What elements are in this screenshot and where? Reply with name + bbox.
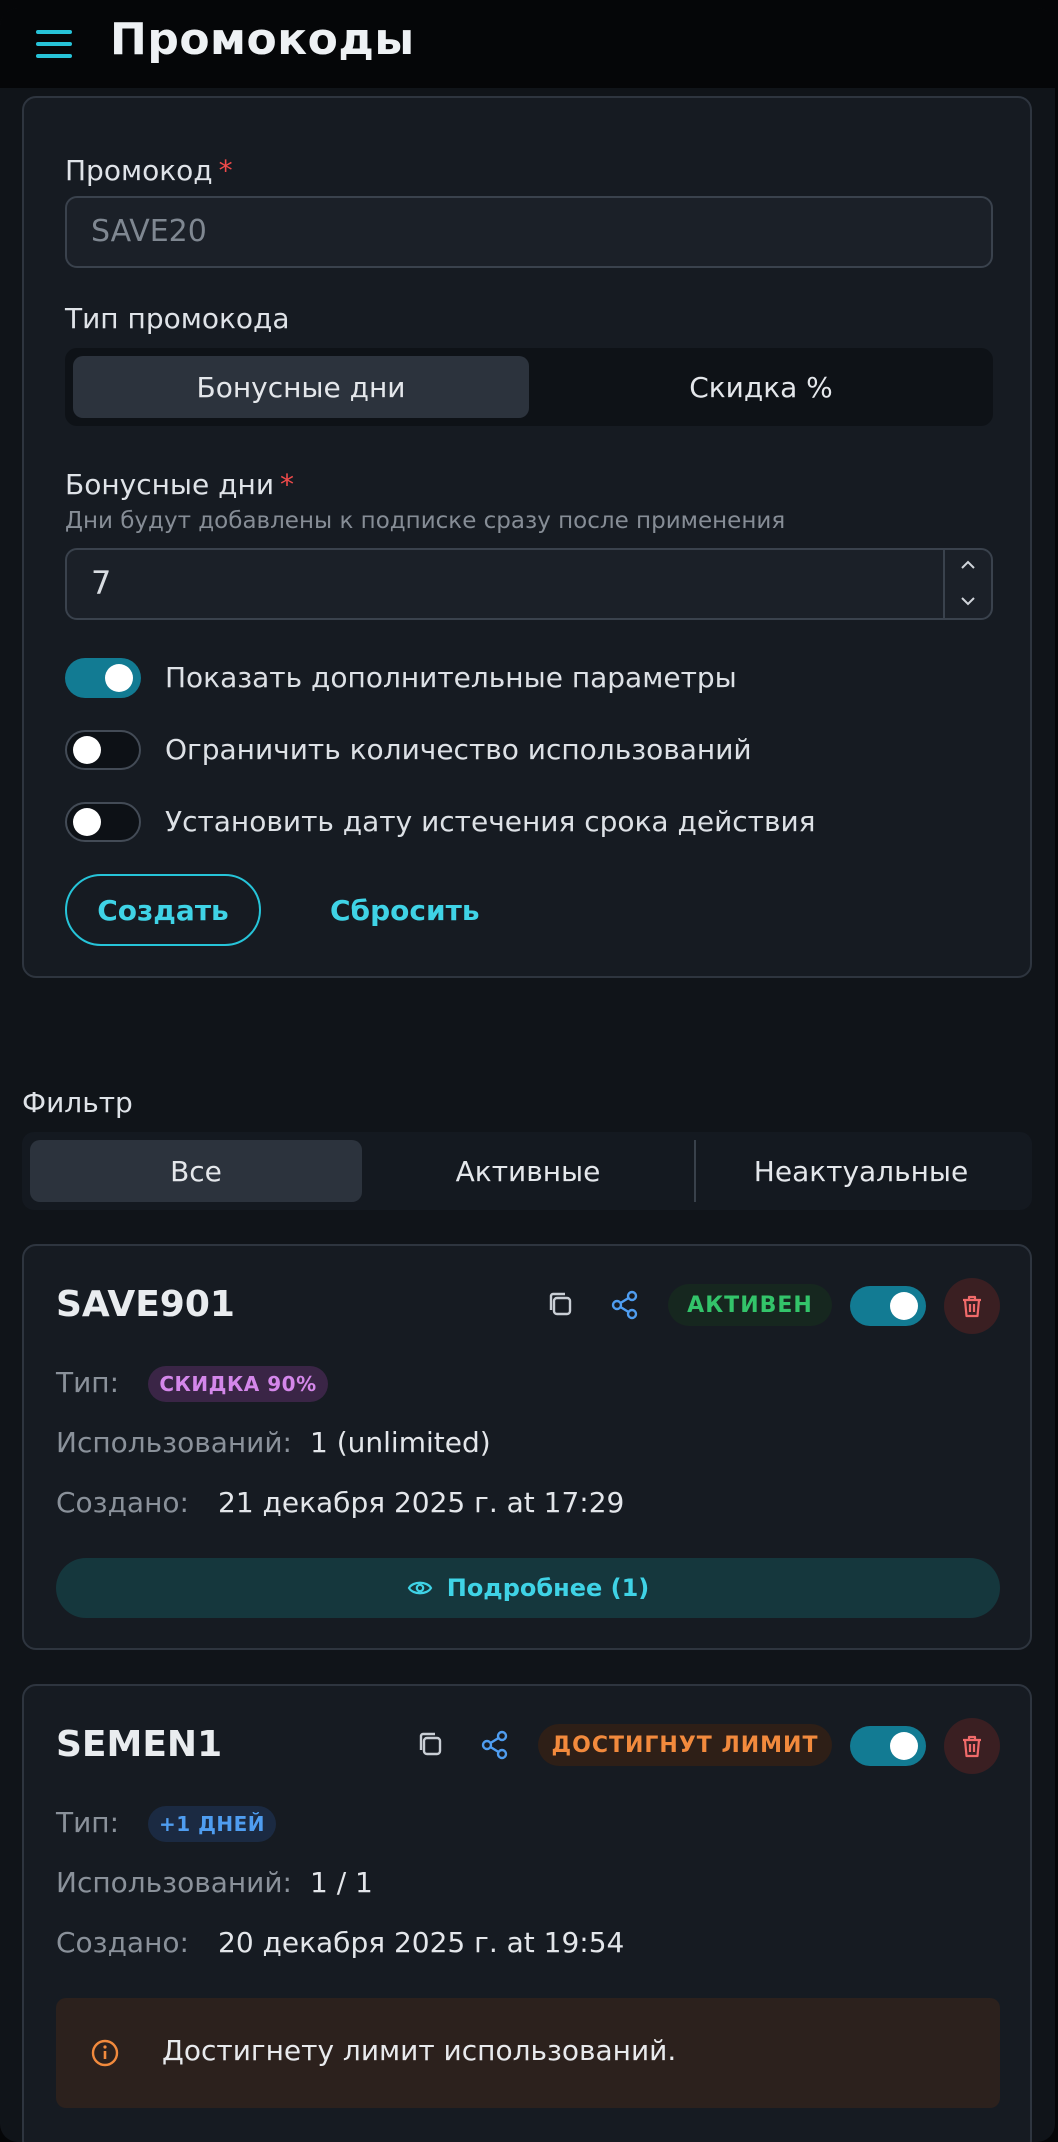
toggle-advanced-params[interactable] <box>65 658 141 698</box>
toggle-advanced-params-label: Показать дополнительные параметры <box>165 661 737 694</box>
filter-all[interactable]: Все <box>30 1140 362 1202</box>
bonus-days-label: Бонусные дни * <box>65 468 295 501</box>
status-badge: ДОСТИГНУТ ЛИМИТ <box>538 1724 832 1766</box>
promo-type-label: Тип промокода <box>65 302 290 335</box>
create-promo-form: Промокод * SAVE20 Тип промокода Бонусные … <box>22 96 1032 978</box>
type-chip: СКИДКА 90% <box>148 1366 328 1402</box>
share-icon[interactable] <box>608 1288 642 1322</box>
bonus-days-hint: Дни будут добавлены к подписке сразу пос… <box>65 508 786 534</box>
promo-card: SEMEN1 ДОСТИГНУТ ЛИМИТ Тип: +1 ДНЕЙ Испо… <box>22 1684 1032 2142</box>
promo-enabled-toggle[interactable] <box>850 1286 926 1326</box>
created-value: 20 декабря 2025 г. at 19:54 <box>218 1926 625 1959</box>
details-button[interactable]: Подробнее (1) <box>56 1558 1000 1618</box>
filter-inactive[interactable]: Неактуальные <box>696 1140 1026 1202</box>
toggle-limit-uses-label: Ограничить количество использований <box>165 733 752 766</box>
copy-icon[interactable] <box>544 1288 578 1322</box>
top-bar: Промокоды <box>0 8 1055 88</box>
number-stepper <box>943 550 991 618</box>
filter-active[interactable]: Активные <box>362 1140 694 1202</box>
eye-icon <box>407 1581 433 1595</box>
reset-button[interactable]: Сбросить <box>330 874 480 946</box>
bonus-days-value: 7 <box>91 564 112 602</box>
promo-code: SEMEN1 <box>56 1724 223 1765</box>
copy-icon[interactable] <box>414 1728 448 1762</box>
type-option-discount[interactable]: Скидка % <box>537 356 985 418</box>
type-label: Тип: <box>56 1366 120 1399</box>
toggle-knob <box>105 664 133 692</box>
type-chip: +1 ДНЕЙ <box>148 1806 276 1842</box>
limit-warning-text: Достигнету лимит использований. <box>162 2034 677 2067</box>
type-label: Тип: <box>56 1806 120 1839</box>
filter-label: Фильтр <box>22 1086 133 1119</box>
create-button[interactable]: Создать <box>65 874 261 946</box>
promo-code: SAVE901 <box>56 1284 235 1325</box>
details-label: Подробнее (1) <box>446 1574 650 1602</box>
bonus-days-input[interactable]: 7 <box>65 548 993 620</box>
uses-value: 1 (unlimited) <box>310 1426 491 1459</box>
type-option-bonus-days[interactable]: Бонусные дни <box>73 356 529 418</box>
toggle-knob <box>890 1732 918 1760</box>
created-label: Создано: <box>56 1486 189 1519</box>
share-icon[interactable] <box>478 1728 512 1762</box>
created-value: 21 декабря 2025 г. at 17:29 <box>218 1486 625 1519</box>
trash-icon <box>963 1735 981 1758</box>
filter-switch: Все Активные Неактуальные <box>22 1132 1032 1210</box>
promo-code-placeholder: SAVE20 <box>91 214 207 249</box>
promo-card: SAVE901 АКТИВЕН Тип: СКИДКА 90% Использо… <box>22 1244 1032 1650</box>
status-badge: АКТИВЕН <box>668 1284 832 1326</box>
limit-warning: Достигнету лимит использований. <box>56 1998 1000 2108</box>
promo-enabled-toggle[interactable] <box>850 1726 926 1766</box>
delete-button[interactable] <box>944 1278 1000 1334</box>
chevron-up-icon[interactable] <box>959 556 977 574</box>
delete-button[interactable] <box>944 1718 1000 1774</box>
toggle-expiry-date-label: Установить дату истечения срока действия <box>165 805 816 838</box>
toggle-knob <box>73 736 101 764</box>
trash-icon <box>963 1295 981 1318</box>
created-label: Создано: <box>56 1926 189 1959</box>
chevron-down-icon[interactable] <box>959 592 977 610</box>
uses-label: Использований: <box>56 1426 292 1459</box>
toggle-knob <box>73 808 101 836</box>
promo-type-switch: Бонусные дни Скидка % <box>65 348 993 426</box>
uses-label: Использований: <box>56 1866 292 1899</box>
uses-value: 1 / 1 <box>310 1866 373 1899</box>
promo-code-input[interactable]: SAVE20 <box>65 196 993 268</box>
toggle-knob <box>890 1292 918 1320</box>
app-window: Промокоды Промокод * SAVE20 Тип промокода… <box>0 8 1055 2142</box>
toggle-limit-uses[interactable] <box>65 730 141 770</box>
page-title: Промокоды <box>110 14 415 65</box>
info-icon <box>91 2039 119 2067</box>
hamburger-menu-icon[interactable] <box>34 24 78 64</box>
toggle-expiry-date[interactable] <box>65 802 141 842</box>
promo-code-label: Промокод * <box>65 154 233 187</box>
